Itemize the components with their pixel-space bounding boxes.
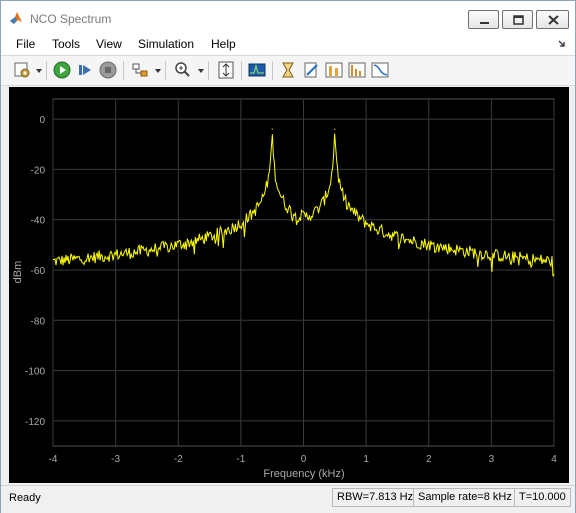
spectrum-settings-icon	[248, 63, 266, 77]
status-bar: Ready RBW=7.813 Hz Sample rate=8 kHz T=1…	[1, 485, 575, 513]
config-properties-button[interactable]	[12, 60, 32, 80]
x-tick-label: 2	[426, 454, 432, 465]
data-cursors-button[interactable]	[278, 60, 298, 80]
autoscale-icon	[218, 61, 234, 79]
y-tick-label: -100	[25, 367, 45, 378]
x-tick-label: 0	[301, 454, 307, 465]
zoom-icon	[175, 62, 190, 77]
stop-button[interactable]	[98, 60, 118, 80]
menu-view[interactable]: View	[96, 37, 122, 51]
x-tick-label: -1	[236, 454, 245, 465]
x-tick-label: -3	[111, 454, 120, 465]
x-tick-label: -4	[49, 454, 58, 465]
x-tick-label: 3	[489, 454, 495, 465]
channel-measurements-icon	[325, 62, 343, 78]
x-axis-label: Frequency (kHz)	[263, 468, 344, 480]
distortion-measurements-button[interactable]	[347, 60, 367, 80]
menu-help[interactable]: Help	[211, 37, 236, 51]
autoscale-button[interactable]	[216, 60, 236, 80]
zoom-button[interactable]	[173, 60, 193, 80]
x-tick-label: 1	[363, 454, 369, 465]
zoom-dropdown-icon[interactable]	[198, 69, 204, 73]
y-tick-label: -80	[31, 316, 46, 327]
config-dropdown-icon[interactable]	[36, 69, 42, 73]
spectrum-settings-button[interactable]	[247, 60, 267, 80]
menu-file[interactable]: File	[16, 37, 35, 51]
status-rbw: RBW=7.813 Hz	[332, 488, 419, 507]
spectrum-plot-area[interactable]: -4 -3 -2 -1 0 1 2 3 4 0 -20 -40 -60 -80 -100 -120 Frequ…	[9, 87, 569, 483]
y-tick-label: -20	[31, 165, 46, 176]
minimize-icon	[480, 22, 489, 24]
spectrum-peak	[271, 128, 273, 130]
ccdf-button[interactable]	[370, 60, 390, 80]
title-bar[interactable]: NCO Spectrum	[1, 1, 575, 33]
y-tick-label: -60	[31, 266, 46, 277]
step-forward-icon	[79, 65, 91, 75]
y-tick-label: -120	[25, 417, 45, 428]
minimize-button[interactable]	[468, 10, 499, 29]
step-forward-button[interactable]	[75, 60, 95, 80]
stop-icon	[99, 61, 117, 79]
spectrum-peak	[334, 128, 336, 130]
signal-select-button[interactable]	[130, 60, 150, 80]
status-time: T=10.000	[514, 488, 571, 507]
close-button[interactable]	[536, 10, 569, 29]
config-properties-icon	[14, 62, 30, 78]
x-tick-label: 4	[551, 454, 557, 465]
scope-window: NCO Spectrum File Tools View Simulation …	[0, 0, 576, 513]
measurements-button[interactable]	[301, 60, 321, 80]
ccdf-icon	[371, 62, 389, 78]
window-title: NCO Spectrum	[30, 12, 112, 26]
run-button[interactable]	[52, 60, 72, 80]
dock-arrow-icon[interactable]	[558, 40, 566, 48]
maximize-button[interactable]	[502, 10, 533, 29]
y-axis-label: dBm	[12, 261, 24, 284]
distortion-measurements-icon	[348, 62, 366, 78]
menu-tools[interactable]: Tools	[52, 37, 80, 51]
signal-select-dropdown-icon[interactable]	[155, 69, 161, 73]
run-icon	[53, 61, 71, 79]
x-tick-label: -2	[174, 454, 183, 465]
toolbar	[1, 56, 575, 86]
maximize-icon	[513, 15, 524, 25]
status-sample-rate: Sample rate=8 kHz	[413, 488, 517, 507]
channel-measurements-button[interactable]	[324, 60, 344, 80]
close-icon	[548, 15, 559, 25]
spectrum-chart[interactable]: -4 -3 -2 -1 0 1 2 3 4 0 -20 -40 -60 -80 -100 -120 Frequ…	[9, 87, 569, 483]
y-tick-label: -40	[31, 216, 46, 227]
y-tick-label: 0	[39, 115, 45, 126]
measurements-icon	[304, 62, 318, 78]
menu-bar: File Tools View Simulation Help	[1, 33, 575, 56]
signal-select-icon	[132, 63, 148, 77]
data-cursors-icon	[282, 62, 294, 78]
menu-simulation[interactable]: Simulation	[138, 37, 194, 51]
status-state: Ready	[9, 492, 41, 504]
matlab-icon	[10, 12, 22, 24]
